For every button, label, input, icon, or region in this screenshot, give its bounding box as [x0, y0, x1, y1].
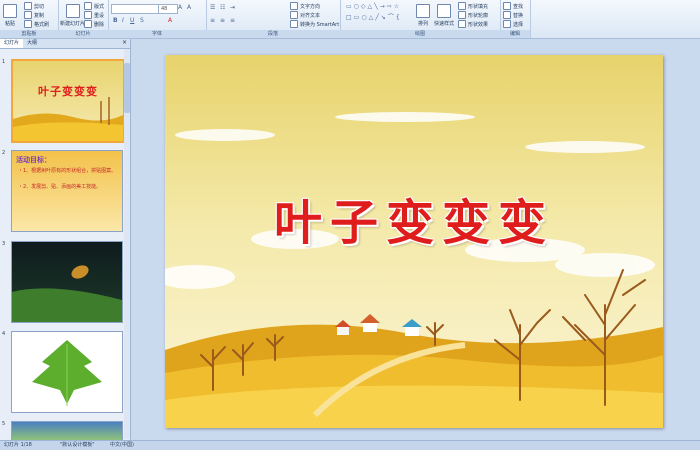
layout-button[interactable]: 版式 — [84, 2, 104, 10]
shapes-gallery-row2-icon[interactable]: □▭○△╱↘⌒{ — [346, 12, 402, 21]
paste-button[interactable]: 粘贴 — [3, 4, 17, 27]
arrange-button[interactable]: 排列 — [416, 4, 430, 27]
font-group-label: 字体 — [108, 30, 206, 38]
thumb-line-2: ・2、发展剪、贴、添画的美工技能。 — [18, 184, 102, 190]
reset-button[interactable]: 重设 — [84, 11, 104, 19]
new-slide-icon — [65, 4, 80, 18]
indent-icon[interactable]: ⇥ — [230, 4, 235, 11]
find-button[interactable]: 查找 — [503, 2, 523, 10]
replace-button[interactable]: 替换 — [503, 11, 523, 19]
align-right-icon[interactable]: ≡ — [230, 17, 235, 24]
bold-icon[interactable]: B — [113, 17, 118, 24]
thumb-leaf-image — [12, 265, 122, 322]
slide-thumbnail-panel: 幻灯片 大纲 × 1 叶子变变变 2 活动目标： ・1、根据树叶原有的形状组合，… — [0, 39, 131, 441]
tab-outline[interactable]: 大纲 — [23, 39, 41, 48]
slide-number: 3 — [2, 241, 6, 247]
shape-fill-button[interactable]: 形状填充 — [458, 2, 488, 10]
delete-slide-button[interactable]: 删除 — [84, 20, 104, 28]
text-direction-icon — [290, 2, 298, 10]
slides-group-label: 幻灯片 — [58, 30, 108, 38]
font-group: 48 A A B I U S A 字体 — [108, 0, 207, 38]
paste-icon — [3, 4, 17, 18]
paragraph-group-label: 段落 — [206, 30, 340, 38]
layout-icon — [84, 2, 92, 10]
fill-icon — [458, 2, 466, 10]
bullets-icon[interactable]: ☰ — [210, 4, 215, 11]
shrink-font-icon[interactable]: A — [187, 4, 191, 11]
thumb-line-1: ・1、根据树叶原有的形状组合，拼贴图案。 — [18, 168, 117, 174]
select-button[interactable]: 选择 — [503, 20, 523, 28]
slide-editing-area: 叶子变变变 — [131, 39, 700, 440]
grow-font-icon[interactable]: A — [178, 4, 182, 11]
strikethrough-icon[interactable]: S — [140, 17, 144, 24]
copy-icon — [24, 11, 32, 19]
numbering-icon[interactable]: ☷ — [220, 4, 225, 11]
font-color-icon[interactable]: A — [168, 17, 172, 24]
smartart-button[interactable]: 转换为 SmartArt — [290, 20, 339, 28]
ribbon: 粘贴 剪切 复制 格式刷 剪贴板 新建幻灯片 版式 重设 删除 幻灯片 48 A… — [0, 0, 700, 39]
thumb-heading: 活动目标： — [16, 156, 51, 164]
thumb-landscape — [13, 97, 123, 141]
slide-number: 4 — [2, 331, 6, 337]
font-name-combo[interactable] — [111, 4, 159, 14]
effects-icon — [458, 20, 466, 28]
paragraph-group: ☰ ☷ ⇥ ≡ ≡ ≡ 文字方向 对齐文本 转换为 SmartArt 段落 — [206, 0, 341, 38]
slide-number: 1 — [2, 59, 6, 65]
delete-icon — [84, 20, 92, 28]
thumb-title: 叶子变变变 — [38, 85, 98, 98]
copy-button[interactable]: 复制 — [24, 11, 44, 19]
panel-scrollbar[interactable] — [124, 49, 130, 439]
slide-thumbnail-1[interactable]: 叶子变变变 — [11, 59, 125, 143]
slides-group: 新建幻灯片 版式 重设 删除 幻灯片 — [58, 0, 109, 38]
panel-tabs: 幻灯片 大纲 × — [0, 39, 130, 49]
clipboard-group: 粘贴 剪切 复制 格式刷 剪贴板 — [0, 0, 59, 38]
cut-button[interactable]: 剪切 — [24, 2, 44, 10]
slide-number: 2 — [2, 150, 6, 156]
slide-thumbnail-4[interactable] — [11, 331, 123, 413]
quick-styles-icon — [437, 4, 451, 18]
clipboard-group-label: 剪贴板 — [0, 30, 58, 38]
tab-slides[interactable]: 幻灯片 — [0, 39, 24, 48]
new-slide-button[interactable]: 新建幻灯片 — [60, 4, 85, 27]
editing-group: 查找 替换 选择 编辑 — [500, 0, 531, 38]
outline-icon — [458, 11, 466, 19]
format-painter-button[interactable]: 格式刷 — [24, 20, 49, 28]
text-direction-button[interactable]: 文字方向 — [290, 2, 320, 10]
slide-thumbnail-2[interactable]: 活动目标： ・1、根据树叶原有的形状组合，拼贴图案。 ・2、发展剪、贴、添画的美… — [11, 150, 123, 232]
reset-icon — [84, 11, 92, 19]
slide-number: 5 — [2, 421, 6, 427]
slide-title[interactable]: 叶子变变变 — [165, 183, 663, 253]
replace-icon — [503, 11, 511, 19]
shape-effects-button[interactable]: 形状效果 — [458, 20, 488, 28]
current-slide[interactable]: 叶子变变变 — [165, 55, 663, 428]
thumb-green-leaf — [32, 340, 102, 406]
slide-thumbnail-5[interactable] — [11, 421, 123, 441]
quick-styles-button[interactable]: 快速样式 — [434, 4, 454, 27]
italic-icon[interactable]: I — [122, 17, 124, 24]
shape-outline-button[interactable]: 形状轮廓 — [458, 11, 488, 19]
arrange-icon — [416, 4, 430, 18]
select-icon — [503, 20, 511, 28]
slide-thumbnail-3[interactable] — [11, 241, 123, 323]
scrollbar-thumb[interactable] — [124, 63, 130, 113]
find-icon — [503, 2, 511, 10]
drawing-group: ▭○◇△╲→⇨☆ □▭○△╱↘⌒{ 排列 快速样式 形状填充 形状轮廓 形状效果… — [340, 0, 501, 38]
align-text-button[interactable]: 对齐文本 — [290, 11, 320, 19]
underline-icon[interactable]: U — [130, 17, 134, 24]
align-left-icon[interactable]: ≡ — [210, 17, 215, 24]
brush-icon — [24, 20, 32, 28]
close-icon[interactable]: × — [122, 39, 130, 48]
editing-group-label: 编辑 — [500, 30, 530, 38]
align-text-icon — [290, 11, 298, 19]
font-size-combo[interactable]: 48 — [158, 4, 178, 14]
align-center-icon[interactable]: ≡ — [220, 17, 225, 24]
scissors-icon — [24, 2, 32, 10]
smartart-icon — [290, 20, 298, 28]
drawing-group-label: 绘图 — [340, 30, 500, 38]
shapes-gallery-icon[interactable]: ▭○◇△╲→⇨☆ — [346, 3, 401, 10]
